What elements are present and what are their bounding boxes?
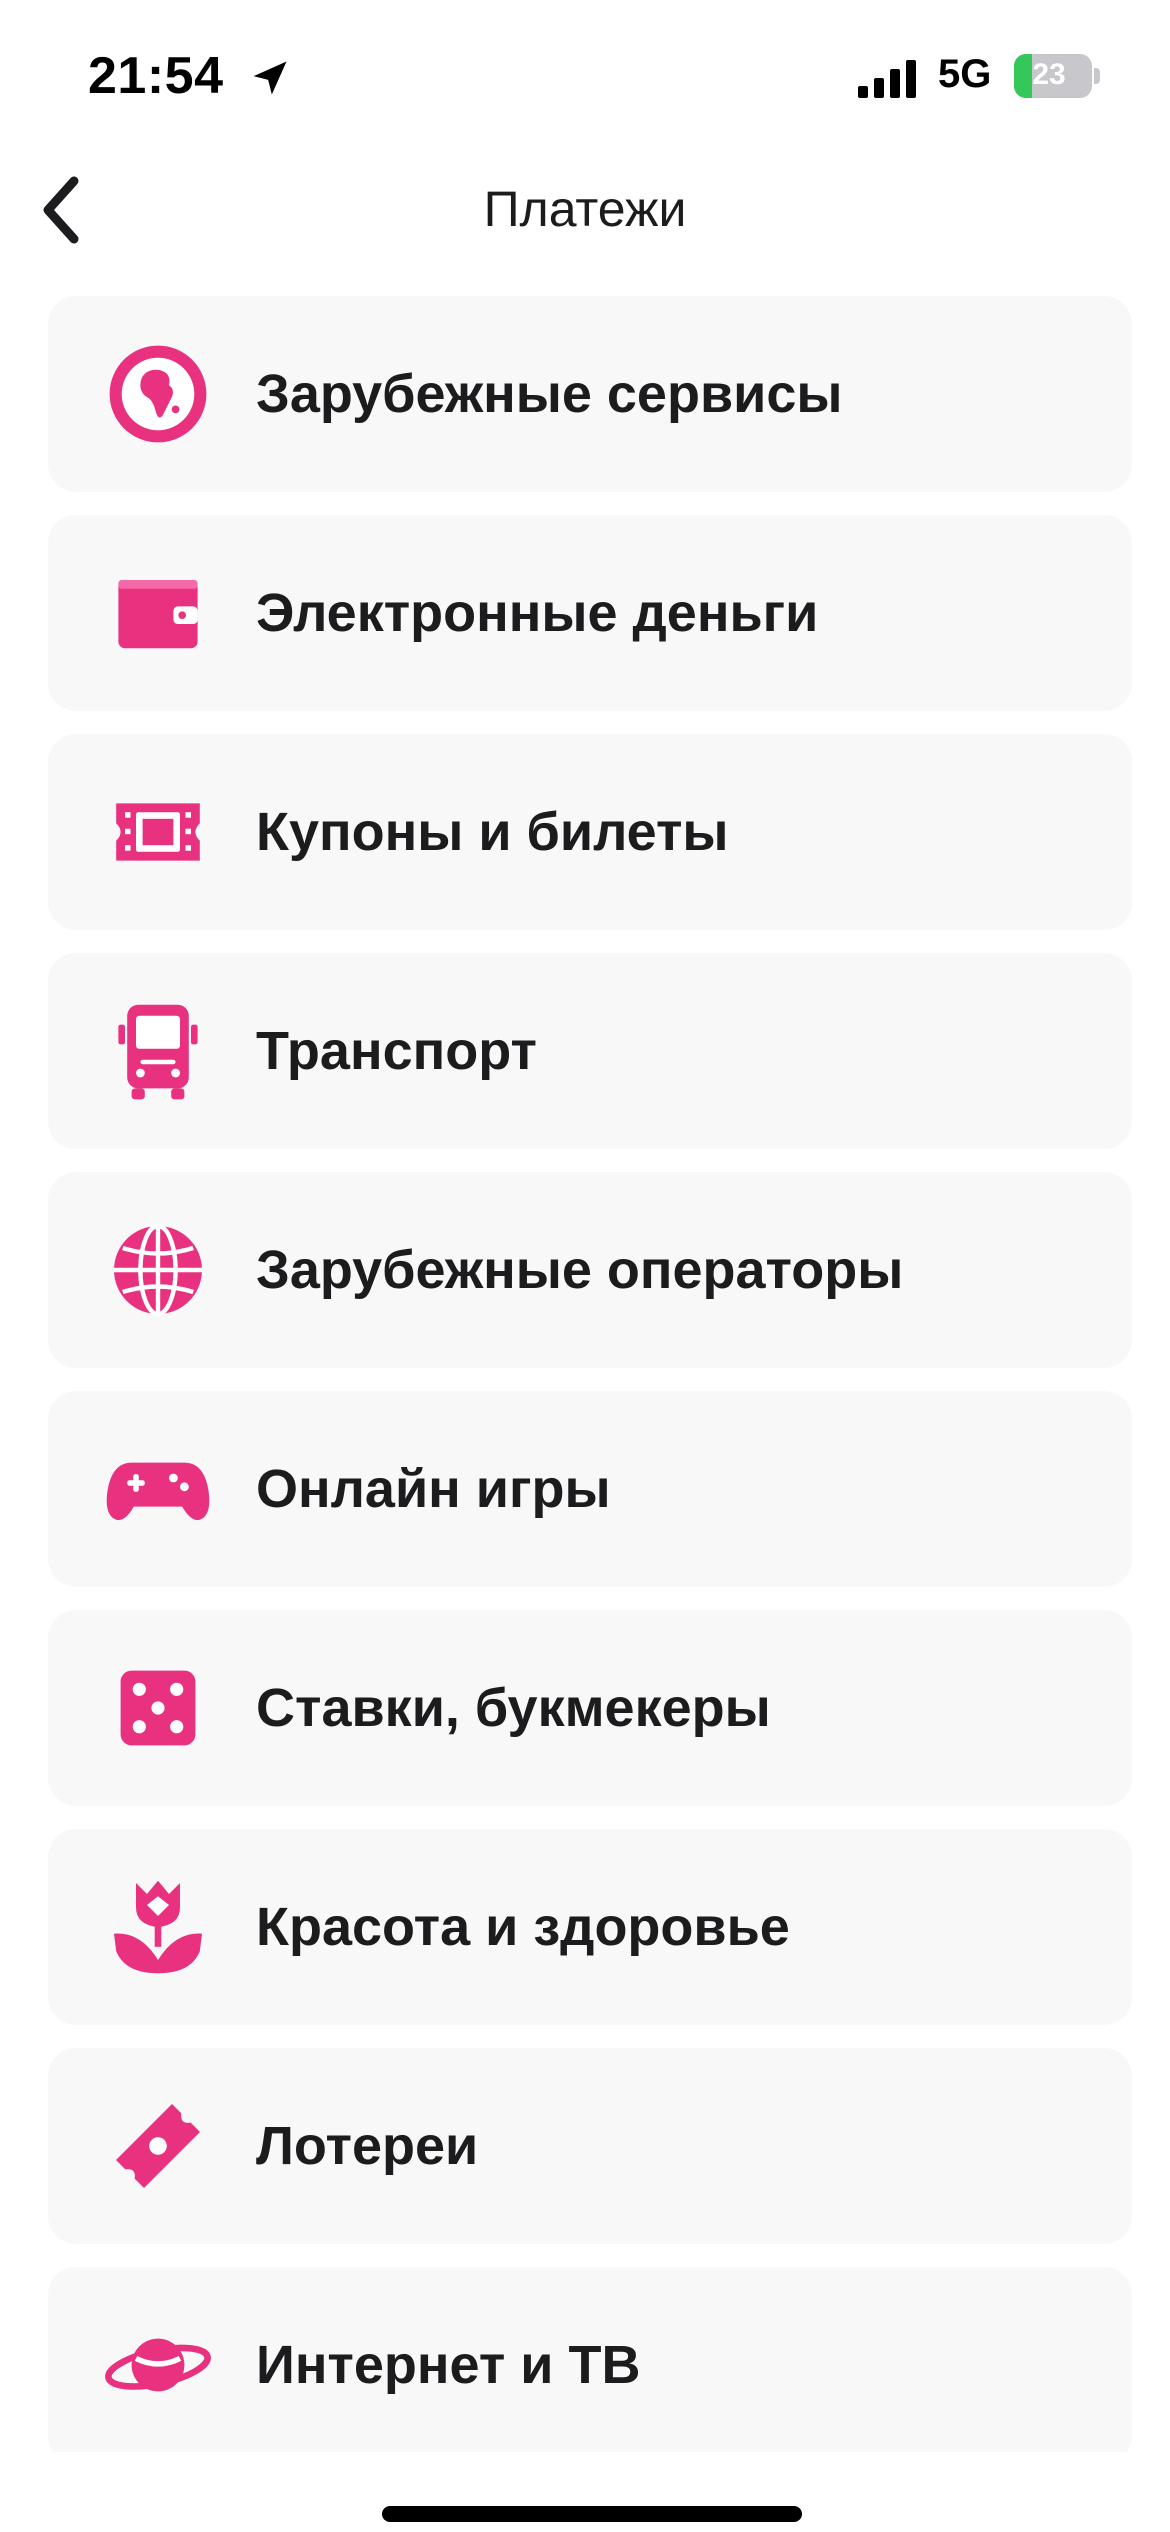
category-label: Лотереи: [256, 2116, 479, 2176]
page-title: Платежи: [483, 181, 687, 237]
tulip-icon: [98, 1867, 218, 1987]
globe-africa-icon: [98, 334, 218, 454]
battery-cap: [1094, 68, 1100, 84]
category-label: Электронные деньги: [256, 583, 819, 643]
category-label: Зарубежные операторы: [256, 1240, 904, 1300]
category-coupons-tickets[interactable]: Купоны и билеты: [48, 734, 1132, 930]
category-label: Купоны и билеты: [256, 802, 729, 862]
wallet-icon: [98, 553, 218, 673]
category-online-games[interactable]: Онлайн игры: [48, 1391, 1132, 1587]
category-e-money[interactable]: Электронные деньги: [48, 515, 1132, 711]
globe-grid-icon: [98, 1210, 218, 1330]
planet-icon: [98, 2305, 218, 2425]
dice-icon: [98, 1648, 218, 1768]
cellular-signal-icon: [858, 60, 916, 98]
gamepad-icon: [98, 1429, 218, 1549]
location-arrow-icon: [253, 61, 287, 95]
category-label: Зарубежные сервисы: [256, 364, 843, 424]
nav-header: Платежи: [0, 160, 1170, 260]
battery-body: 23: [1014, 54, 1092, 98]
category-label: Онлайн игры: [256, 1459, 611, 1519]
category-label: Красота и здоровье: [256, 1897, 790, 1957]
battery-icon: 23: [1014, 54, 1100, 98]
category-foreign-services[interactable]: Зарубежные сервисы: [48, 296, 1132, 492]
category-label: Транспорт: [256, 1021, 537, 1081]
status-time: 21:54: [88, 47, 224, 105]
network-type: 5G: [938, 52, 992, 96]
status-bar: 21:54 5G 23: [0, 0, 1170, 160]
category-foreign-operators[interactable]: Зарубежные операторы: [48, 1172, 1132, 1368]
payment-category-list: Зарубежные сервисы Электронные деньги Ку…: [48, 296, 1132, 2486]
category-label: Ставки, букмекеры: [256, 1678, 771, 1738]
payments-screen: 21:54 5G 23 Платежи Зарубежные сервисы Э…: [0, 0, 1170, 2532]
category-lotteries[interactable]: Лотереи: [48, 2048, 1132, 2244]
film-ticket-icon: [98, 772, 218, 892]
home-indicator[interactable]: [382, 2506, 802, 2522]
category-betting[interactable]: Ставки, букмекеры: [48, 1610, 1132, 1806]
category-transport[interactable]: Транспорт: [48, 953, 1132, 1149]
category-beauty-health[interactable]: Красота и здоровье: [48, 1829, 1132, 2025]
bus-icon: [98, 991, 218, 1111]
category-label: Интернет и ТВ: [256, 2335, 641, 2395]
lottery-ticket-icon: [98, 2086, 218, 2206]
category-internet-tv[interactable]: Интернет и ТВ: [48, 2267, 1132, 2463]
battery-level: 23: [1032, 58, 1066, 91]
